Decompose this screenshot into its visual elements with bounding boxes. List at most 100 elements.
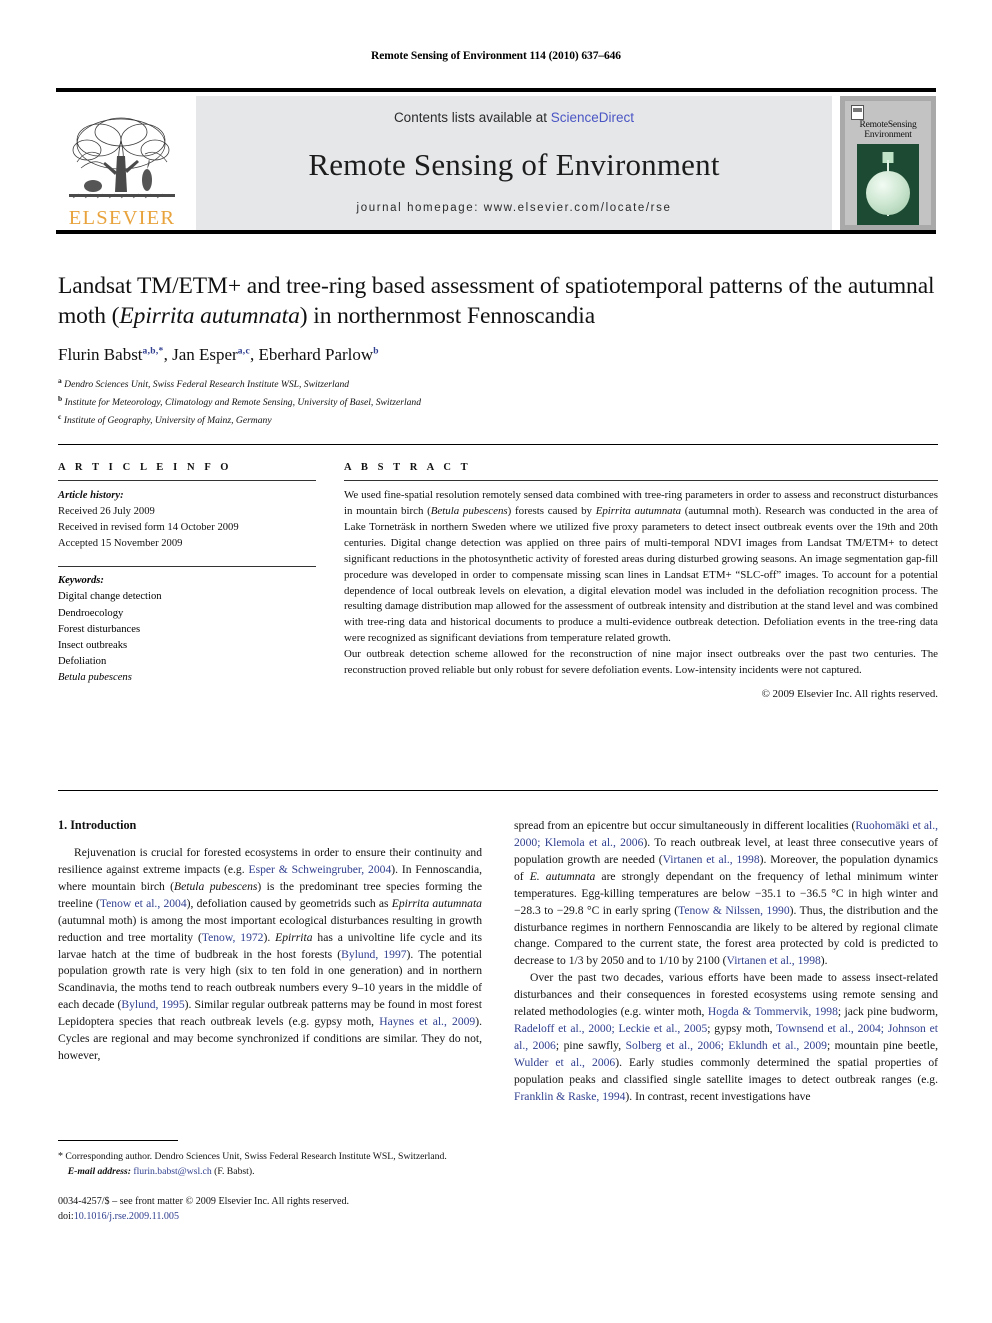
italic-term: E. autumnata xyxy=(529,869,596,883)
journal-title: Remote Sensing of Environment xyxy=(308,147,720,182)
author-list: Flurin Babsta,b,*, Jan Espera,c, Eberhar… xyxy=(58,345,379,365)
abstract-paragraph-2: Our outbreak detection scheme allowed fo… xyxy=(344,648,938,677)
cover-title: RemoteSensing Environment xyxy=(859,120,916,140)
panel-bottom-rule xyxy=(58,790,938,791)
italic-term: Epirrita autumnata xyxy=(391,896,482,910)
keyword-item: Forest disturbances xyxy=(58,623,141,635)
abstract-column: A B S T R A C T We used fine-spatial res… xyxy=(332,452,938,703)
affiliation-item: c Institute of Geography, University of … xyxy=(58,411,938,429)
journal-homepage-line[interactable]: journal homepage: www.elsevier.com/locat… xyxy=(357,202,672,214)
abstract-heading: A B S T R A C T xyxy=(344,462,472,473)
abstract-p1-species1: Betula pubescens xyxy=(430,504,508,517)
citation-link[interactable]: Esper & Schweingruber, 2004 xyxy=(248,863,391,876)
footnote-rule xyxy=(58,1140,178,1141)
journal-masthead: ELSEVIER Contents lists available at Sci… xyxy=(56,88,936,234)
article-history-item: Received in revised form 14 October 2009 xyxy=(58,522,239,534)
citation-link[interactable]: Haynes et al., 2009 xyxy=(379,1015,475,1028)
keyword-item: Defoliation xyxy=(58,655,107,667)
citation-link[interactable]: Ruohomäki et al., 2000; Klemola et al., … xyxy=(514,819,938,849)
corresponding-email-link[interactable]: flurin.babst@wsl.ch xyxy=(133,1166,211,1177)
citation-link[interactable]: Franklin & Raske, 1994 xyxy=(514,1090,625,1103)
author-1-affil-marks[interactable]: a,b,* xyxy=(143,347,164,357)
email-suffix: (F. Babst). xyxy=(211,1165,255,1177)
article-info-heading: A R T I C L E I N F O xyxy=(58,462,233,473)
title-block: Landsat TM/ETM+ and tree-ring based asse… xyxy=(58,272,938,428)
italic-term: Epirrita xyxy=(275,930,313,944)
article-title-line2-post: ) in northernmost Fennoscandia xyxy=(299,302,596,329)
journal-cover-thumbnail: RemoteSensing Environment xyxy=(840,96,936,230)
cover-publisher-mark-icon xyxy=(851,105,864,120)
citation-link[interactable]: Tenow, 1972 xyxy=(202,931,264,944)
cover-artwork xyxy=(857,144,919,225)
article-history-block: Article history: Received 26 July 2009 R… xyxy=(58,488,316,552)
author-2-affil-marks[interactable]: a,c xyxy=(238,347,250,357)
affiliation-text: Dendro Sciences Unit, Swiss Federal Rese… xyxy=(64,379,350,391)
cover-title-line2: Environment xyxy=(864,129,912,140)
intro-right-text: spread from an epicentre but occur simul… xyxy=(514,818,938,1106)
article-info-column: A R T I C L E I N F O Article history: R… xyxy=(58,452,332,703)
keyword-item: Insect outbreaks xyxy=(58,639,128,651)
affiliation-item: a Dendro Sciences Unit, Swiss Federal Re… xyxy=(58,375,938,393)
author-2-name: Jan Esper xyxy=(172,345,238,365)
author-3-name: Eberhard Parlow xyxy=(258,345,374,365)
elsevier-logo: ELSEVIER xyxy=(56,96,188,230)
italic-term: Betula pubescens xyxy=(174,879,258,893)
citation-link[interactable]: Bylund, 1995 xyxy=(121,998,184,1011)
footnote-area: * Corresponding author. Dendro Sciences … xyxy=(58,1140,482,1224)
keyword-item: Digital change detection xyxy=(58,591,162,603)
article-history-item: Received 26 July 2009 xyxy=(58,506,155,518)
keywords-label: Keywords: xyxy=(58,575,104,587)
abstract-body: We used fine-spatial resolution remotely… xyxy=(344,488,938,703)
email-label: E-mail address: xyxy=(67,1165,131,1177)
affiliation-mark: a xyxy=(58,376,62,386)
citation-link[interactable]: Bylund, 1997 xyxy=(341,948,406,961)
article-info-rule xyxy=(58,480,316,481)
abstract-paragraph-1: We used fine-spatial resolution remotely… xyxy=(344,488,938,647)
affiliation-mark: c xyxy=(58,411,62,421)
panel-top-rule xyxy=(58,444,938,445)
citation-link[interactable]: Radeloff et al., 2000; Leckie et al., 20… xyxy=(514,1022,707,1035)
author-1-name: Flurin Babst xyxy=(58,345,143,365)
article-history-label: Article history: xyxy=(58,490,124,501)
affiliation-text: Institute of Geography, University of Ma… xyxy=(63,414,272,426)
running-head: Remote Sensing of Environment 114 (2010)… xyxy=(371,50,621,62)
imprint-line: 0034-4257/$ – see front matter © 2009 El… xyxy=(58,1196,350,1208)
abstract-p1-seg2: ) forests caused by xyxy=(507,504,596,517)
affiliation-item: b Institute for Meteorology, Climatology… xyxy=(58,393,938,411)
elsevier-tree-icon xyxy=(69,117,175,198)
elsevier-wordmark: ELSEVIER xyxy=(68,206,176,229)
abstract-p1-species2: Epirrita autumnata xyxy=(595,504,682,517)
info-abstract-panel: A R T I C L E I N F O Article history: R… xyxy=(58,452,938,703)
citation-link[interactable]: Solberg et al., 2006; Eklundh et al., 20… xyxy=(626,1039,827,1052)
intro-left-text: Rejuvenation is crucial for forested eco… xyxy=(58,845,482,1065)
affiliation-list: a Dendro Sciences Unit, Swiss Federal Re… xyxy=(58,375,938,428)
citation-link[interactable]: Virtanen et al., 1998 xyxy=(727,954,821,967)
affiliation-text: Institute for Meteorology, Climatology a… xyxy=(64,397,422,409)
keyword-item-italic: Betula pubescens xyxy=(58,671,132,683)
contents-prefix: Contents lists available at xyxy=(393,110,551,125)
author-3-affil-marks[interactable]: b xyxy=(373,347,379,357)
body-column-right: spread from an epicentre but occur simul… xyxy=(514,818,938,1106)
journal-band: Contents lists available at ScienceDirec… xyxy=(196,96,832,230)
doi-label: doi: xyxy=(58,1210,74,1222)
citation-link[interactable]: Wulder et al., 2006 xyxy=(514,1056,615,1069)
abstract-p1-seg3: (autumnal moth). Research was conducted … xyxy=(344,504,938,645)
citation-link[interactable]: Tenow & Nilssen, 1990 xyxy=(678,904,790,917)
footnote-text: Corresponding author. Dendro Sciences Un… xyxy=(63,1151,447,1162)
keyword-item: Dendroecology xyxy=(58,607,124,619)
paragraph: Rejuvenation is crucial for forested eco… xyxy=(58,846,483,1063)
body-column-left: 1. Introduction Rejuvenation is crucial … xyxy=(58,818,482,1222)
paragraph: spread from an epicentre but occur simul… xyxy=(514,819,939,968)
affiliation-mark: b xyxy=(58,393,63,403)
doi-line: doi:10.1016/j.rse.2009.11.005 xyxy=(58,1210,482,1225)
citation-link[interactable]: Hogda & Tommervik, 1998 xyxy=(708,1005,838,1018)
sciencedirect-link[interactable]: ScienceDirect xyxy=(551,110,634,125)
corresponding-author-footnote: * Corresponding author. Dendro Sciences … xyxy=(58,1149,482,1179)
citation-link[interactable]: Virtanen et al., 1998 xyxy=(663,853,760,866)
citation-link[interactable]: Tenow et al., 2004 xyxy=(100,897,187,910)
paragraph: Over the past two decades, various effor… xyxy=(514,971,939,1103)
doi-link[interactable]: 10.1016/j.rse.2009.11.005 xyxy=(74,1211,179,1222)
keywords-rule xyxy=(58,566,316,568)
imprint-block: 0034-4257/$ – see front matter © 2009 El… xyxy=(58,1195,482,1224)
article-title-line1: Landsat TM/ETM+ and tree-ring based asse… xyxy=(58,273,843,299)
